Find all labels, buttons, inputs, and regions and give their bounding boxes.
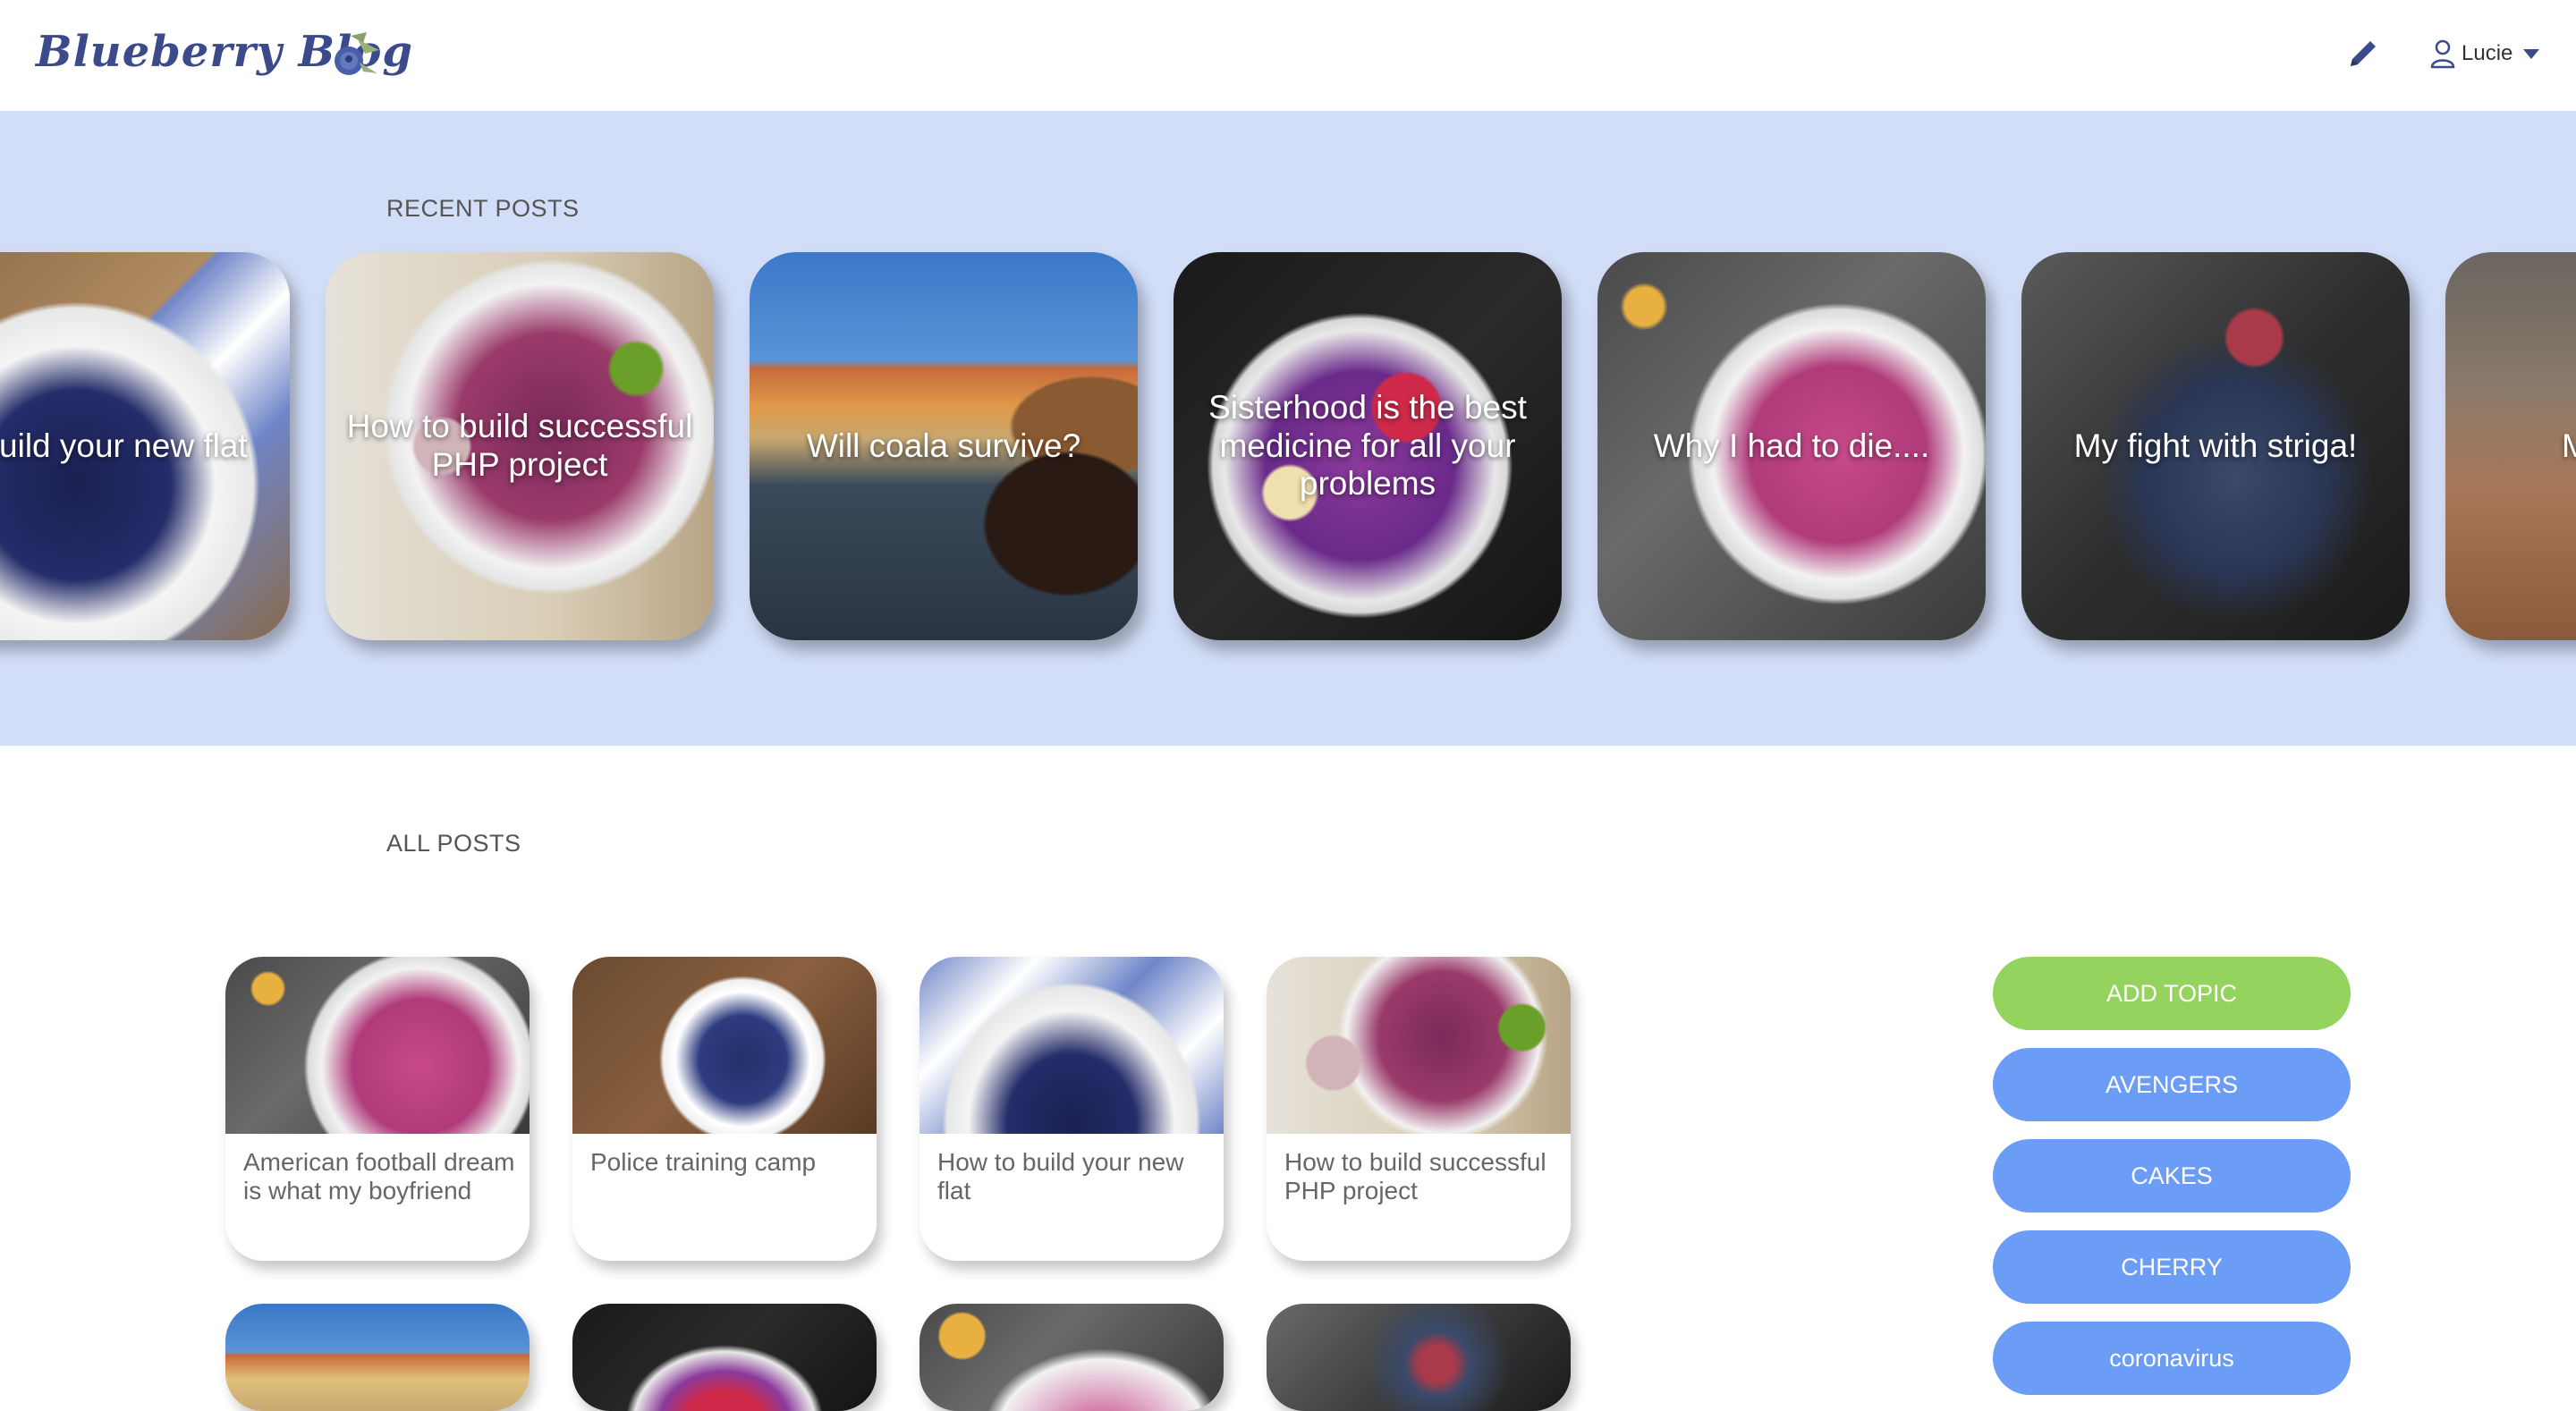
recent-post-card[interactable]: My fight with striga! (2021, 252, 2410, 640)
user-menu[interactable]: Lucie (2429, 34, 2540, 73)
recent-post-card[interactable]: Sisterhood is the best medicine for all … (1174, 252, 1562, 640)
post-caption: My fight with striga! (2073, 427, 2358, 464)
recent-post-card[interactable]: M (2445, 252, 2576, 640)
post-image (572, 1304, 877, 1411)
post-card[interactable] (1267, 1304, 1571, 1411)
post-card[interactable]: How to build successful PHP project (1267, 957, 1571, 1261)
recent-posts-title: RECENT POSTS (386, 195, 580, 222)
post-image (1267, 1304, 1571, 1411)
post-card[interactable]: Police training camp (572, 957, 877, 1261)
header: Blueberry Blog Lucie (0, 0, 2576, 111)
topic-avengers-button[interactable]: AVENGERS (1993, 1048, 2351, 1121)
chevron-down-icon (2523, 48, 2540, 59)
post-image (572, 957, 877, 1134)
topic-cakes-button[interactable]: CAKES (1993, 1139, 2351, 1212)
post-image (919, 957, 1224, 1134)
recent-post-card[interactable]: How to build successful PHP project (326, 252, 714, 640)
post-card[interactable]: American football dream is what my boyfr… (225, 957, 530, 1261)
post-caption: Will coala survive? (806, 427, 1081, 464)
post-caption: Why I had to die.... (1653, 427, 1930, 464)
post-image (919, 1304, 1224, 1411)
post-title: How to build your new flat (937, 1148, 1184, 1205)
post-title: How to build successful PHP project (1284, 1148, 1546, 1205)
post-caption: to build your new flat (0, 427, 248, 464)
post-card[interactable] (225, 1304, 530, 1411)
post-card[interactable] (919, 1304, 1224, 1411)
user-name: Lucie (2462, 41, 2513, 65)
post-card[interactable] (572, 1304, 877, 1411)
recent-post-card[interactable]: Why I had to die.... (1597, 252, 1986, 640)
recent-post-card[interactable]: Will coala survive? (750, 252, 1138, 640)
post-caption: Sisterhood is the best medicine for all … (1208, 389, 1527, 503)
post-title: Police training camp (590, 1148, 817, 1176)
user-icon (2430, 39, 2455, 69)
topic-cherry-button[interactable]: CHERRY (1993, 1230, 2351, 1304)
blueberry-logo-icon (335, 32, 379, 75)
post-image (225, 957, 530, 1134)
post-image (225, 1304, 530, 1411)
edit-pencil-icon[interactable] (2343, 34, 2383, 73)
post-card[interactable]: How to build your new flat (919, 957, 1224, 1261)
post-caption: M (2562, 427, 2576, 464)
post-image (1267, 957, 1571, 1134)
all-posts-title: ALL POSTS (386, 830, 521, 857)
topic-coronavirus-button[interactable]: coronavirus (1993, 1322, 2351, 1395)
post-caption: How to build successful PHP project (346, 408, 693, 483)
add-topic-button[interactable]: ADD TOPIC (1993, 957, 2351, 1030)
recent-posts-section: RECENT POSTS to build your new flat How … (0, 111, 2576, 746)
recent-post-card[interactable]: to build your new flat (0, 252, 290, 640)
post-title: American football dream is what my boyfr… (243, 1148, 515, 1205)
